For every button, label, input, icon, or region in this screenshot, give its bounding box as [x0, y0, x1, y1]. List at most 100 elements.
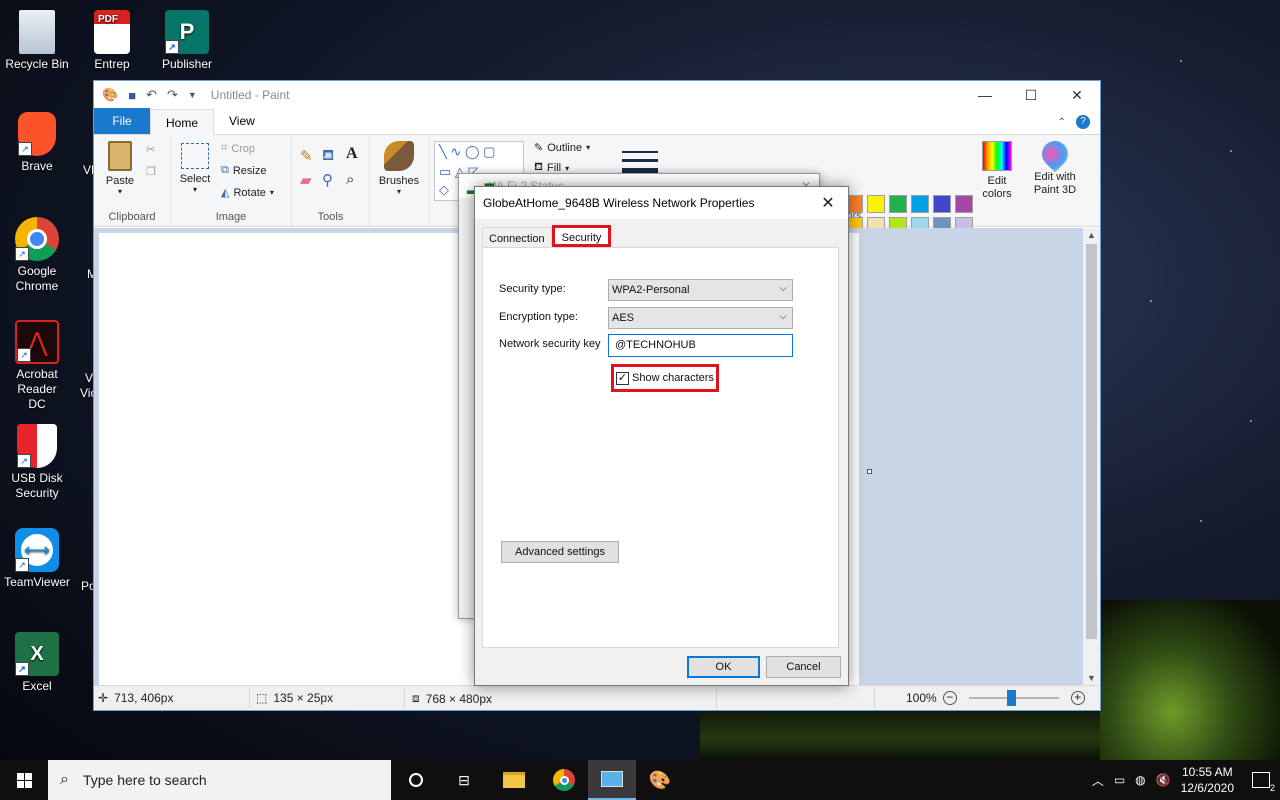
start-button[interactable]	[0, 760, 48, 800]
collapse-ribbon-icon[interactable]: ⌃	[1058, 117, 1066, 128]
task-view-button[interactable]: ⊟	[440, 760, 488, 800]
palette-swatch[interactable]	[911, 195, 929, 213]
desktop-icon-recycle-bin[interactable]: Recycle Bin	[0, 10, 77, 72]
status-bar: ✛ 713, 406px ⬚ 135 × 25px ⧈ 768 × 480px 100…	[94, 685, 1100, 710]
dialog-close-icon[interactable]: ✕	[808, 193, 848, 213]
security-type-select[interactable]: WPA2-Personal ⌵	[608, 279, 793, 301]
tab-file[interactable]: File	[94, 108, 150, 134]
crop-icon: ⌗	[221, 142, 228, 154]
taskbar-file-explorer[interactable]	[490, 760, 538, 800]
rotate-icon: ◭	[221, 187, 230, 199]
customize-quick-access-icon[interactable]: ▼	[188, 90, 197, 100]
star	[1200, 520, 1202, 522]
fill-bucket-icon[interactable]: ⛾	[322, 147, 334, 166]
brushes-button[interactable]: Brushes ▾	[376, 141, 422, 196]
save-icon[interactable]: ■	[128, 88, 136, 103]
palette-swatch[interactable]	[867, 195, 885, 213]
taskbar-network-settings[interactable]	[588, 760, 636, 800]
ribbon-tabs: File Home View ⌃ ?	[94, 108, 1100, 135]
edit-colors-button[interactable]: Edit colors	[978, 141, 1016, 201]
resize-button[interactable]: ⧉ Resize	[221, 164, 266, 177]
battery-icon[interactable]: ▭	[1114, 773, 1125, 787]
desktop-icon-brave[interactable]: ↗ Brave	[0, 112, 77, 174]
color-picker-icon[interactable]: ⚲	[322, 171, 333, 189]
taskbar-paint[interactable]: 🎨	[636, 760, 684, 800]
brushes-group: Brushes ▾	[370, 135, 430, 227]
desktop-icon-publisher[interactable]: P ↗ Publisher	[147, 10, 227, 72]
desktop-icon-excel[interactable]: X ↗ Excel	[0, 632, 77, 694]
star	[1150, 300, 1152, 302]
cortana-button[interactable]	[392, 760, 440, 800]
edit-with-paint3d-button[interactable]: Edit with Paint 3D	[1028, 135, 1082, 197]
desktop-icon-usb-disk-security[interactable]: ↗ USB Disk Security	[0, 424, 77, 501]
zoom-in-icon[interactable]: +	[1070, 691, 1085, 705]
excel-icon: X ↗	[15, 632, 59, 676]
scroll-down-icon[interactable]: ▼	[1083, 673, 1100, 683]
image-size-icon: ⧈	[412, 691, 420, 705]
paint3d-icon	[1036, 135, 1074, 173]
clock[interactable]: 10:55 AM 12/6/2020	[1181, 764, 1234, 796]
cancel-button[interactable]: Cancel	[766, 656, 841, 678]
taskbar-chrome[interactable]	[540, 760, 588, 800]
line-shape-icon[interactable]: ╲ ∿ ◯ ▢	[439, 144, 495, 160]
resize-handle[interactable]	[867, 469, 872, 474]
tab-security[interactable]: Security	[551, 225, 612, 247]
paste-button[interactable]: Paste ▾	[102, 141, 138, 196]
brush-icon	[384, 141, 414, 171]
vertical-scrollbar[interactable]: ▲ ▼	[1083, 228, 1100, 685]
volume-muted-icon[interactable]: 🔇	[1156, 773, 1171, 787]
desktop-icon-label: Brave	[21, 159, 53, 173]
zoom-slider[interactable]	[968, 690, 1059, 706]
close-button[interactable]: ✕	[1054, 87, 1100, 104]
cut-icon[interactable]: ✂	[146, 143, 155, 156]
text-tool-icon[interactable]: A	[346, 145, 358, 163]
desktop-icon-teamviewer[interactable]: ⟷ ↗ TeamViewer	[0, 528, 77, 590]
desktop-icon-entrep[interactable]: PDF Entrep	[72, 10, 152, 72]
image-size: 768 × 480px	[425, 691, 493, 706]
palette-swatch[interactable]	[955, 195, 973, 213]
star	[1180, 60, 1182, 62]
minimize-button[interactable]: —	[962, 87, 1008, 104]
rotate-button[interactable]: ◭ Rotate ▾	[221, 186, 274, 200]
maximize-button[interactable]: ☐	[1008, 87, 1054, 104]
wallpaper-ground	[700, 710, 1100, 760]
crop-button[interactable]: ⌗ Crop	[221, 142, 255, 155]
pencil-icon[interactable]: ✎	[300, 147, 313, 165]
tab-connection[interactable]: Connection	[482, 227, 552, 247]
zoom-out-icon[interactable]: −	[942, 691, 957, 705]
tab-home[interactable]: Home	[150, 109, 215, 135]
scroll-up-icon[interactable]: ▲	[1083, 230, 1100, 240]
diamond-shape-icon[interactable]: ◇	[439, 182, 449, 198]
advanced-settings-button[interactable]: Advanced settings	[501, 541, 619, 563]
palette-swatch[interactable]	[889, 195, 907, 213]
redo-icon[interactable]: ↷	[167, 87, 178, 103]
eraser-icon[interactable]: ▰	[300, 171, 312, 189]
taskbar-search[interactable]: ⌕ Type here to search	[48, 760, 391, 800]
magnifier-icon[interactable]: ⌕	[346, 171, 354, 188]
outline-icon: ✎	[534, 142, 544, 154]
ok-button[interactable]: OK	[687, 656, 760, 678]
system-tray: ︿ ▭ ◍ 🔇 10:55 AM 12/6/2020 2	[1092, 760, 1280, 800]
globe-icon[interactable]: ◍	[1135, 773, 1145, 787]
tools-group: ✎ ⛾ A ▰ ⚲ ⌕ Tools	[292, 135, 370, 227]
tab-view[interactable]: View	[214, 108, 270, 134]
chevron-up-icon[interactable]: ︿	[1092, 772, 1104, 789]
outline-button[interactable]: ✎ Outline ▾	[534, 141, 590, 155]
search-icon: ⌕	[60, 771, 69, 788]
help-icon[interactable]: ?	[1076, 115, 1090, 129]
desktop-icon-acrobat[interactable]: ⋀ ↗ Acrobat Reader DC	[0, 320, 77, 412]
select-button[interactable]: Select ▾	[179, 143, 211, 194]
group-label: Clipboard	[108, 211, 156, 223]
notification-center-icon[interactable]: 2	[1252, 772, 1275, 793]
resize-icon: ⧉	[221, 164, 229, 176]
copy-icon[interactable]: ❐	[146, 165, 156, 178]
undo-icon[interactable]: ↶	[146, 87, 157, 103]
chevron-down-icon: ⌵	[779, 311, 787, 322]
palette-swatch[interactable]	[933, 195, 951, 213]
show-characters-checkbox[interactable]: ✓ Show characters	[611, 364, 719, 392]
network-key-field[interactable]: @TECHNOHUB	[608, 334, 793, 357]
encryption-type-select[interactable]: AES ⌵	[608, 307, 793, 329]
scrollbar-thumb[interactable]	[1086, 244, 1097, 639]
zoom-slider-thumb[interactable]	[1006, 690, 1016, 706]
desktop-icon-google-chrome[interactable]: ↗ Google Chrome	[0, 217, 77, 294]
